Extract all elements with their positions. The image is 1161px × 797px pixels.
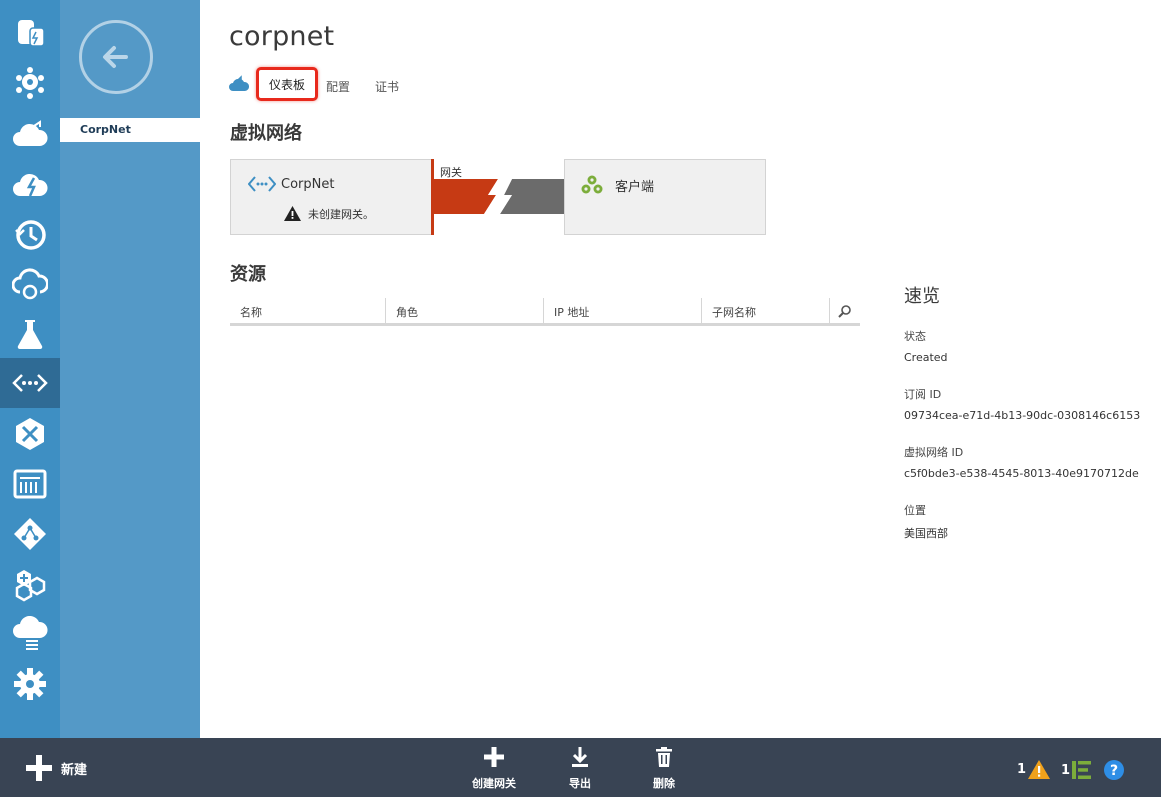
nav-rail xyxy=(0,0,60,738)
tasks-count: 1 xyxy=(1061,762,1071,778)
vnet-heading: 虚拟网络 xyxy=(230,123,302,144)
new-button[interactable]: 新建 xyxy=(26,755,87,781)
client-node[interactable]: 客户端 xyxy=(564,159,766,235)
cloud-list-icon[interactable] xyxy=(0,609,60,659)
item-panel xyxy=(60,0,200,738)
back-button[interactable] xyxy=(79,20,153,94)
export-label: 导出 xyxy=(569,777,591,790)
svg-text:?: ? xyxy=(1110,763,1118,779)
virtual-network-icon xyxy=(248,176,276,192)
mobile-services-icon[interactable] xyxy=(0,159,60,209)
gateway-connector xyxy=(434,179,564,214)
create-gateway-label: 创建网关 xyxy=(472,777,516,790)
vnet-name: CorpNet xyxy=(281,177,335,192)
quick-glance-title: 速览 xyxy=(904,286,940,307)
vnet-id-label: 虚拟网络 ID xyxy=(904,446,964,459)
tab-config[interactable]: 配置 xyxy=(326,78,350,95)
client-name: 客户端 xyxy=(615,180,655,195)
plus-icon xyxy=(484,747,504,767)
vnet-id-value: c5f0bde3-e538-4545-8013-40e9170712de xyxy=(904,467,1139,480)
tasks-indicator[interactable]: 1 xyxy=(1061,760,1092,780)
warning-icon xyxy=(1028,760,1051,779)
subscription-id-value: 09734cea-e71d-4b13-90dc-0308146c6153 xyxy=(904,409,1141,422)
tab-dashboard[interactable]: 仪表板 xyxy=(256,67,318,101)
client-group-icon xyxy=(581,175,603,194)
gateway-warning-text: 未创建网关。 xyxy=(308,208,374,221)
command-bar: 新建 创建网关 导出 删除 1 1 ? xyxy=(0,738,1161,797)
location-value: 美国西部 xyxy=(904,527,948,540)
sql-database-icon[interactable] xyxy=(0,9,60,59)
cloud-sync-icon[interactable] xyxy=(0,259,60,309)
vnet-node[interactable]: CorpNet 未创建网关。 xyxy=(230,159,432,235)
subscription-id-label: 订阅 ID xyxy=(904,388,942,401)
help-icon[interactable]: ? xyxy=(1104,760,1124,780)
resources-table-header: 名称 角色 IP 地址 子网名称 xyxy=(230,298,860,326)
active-directory-icon[interactable] xyxy=(0,509,60,559)
column-header-name[interactable]: 名称 xyxy=(230,298,386,323)
new-button-label: 新建 xyxy=(61,762,88,778)
panel-item-corpnet[interactable]: CorpNet xyxy=(60,118,200,142)
location-label: 位置 xyxy=(904,504,926,517)
column-header-role[interactable]: 角色 xyxy=(386,298,544,323)
back-arrow-icon xyxy=(103,46,128,68)
traffic-manager-icon[interactable] xyxy=(0,409,60,459)
download-icon xyxy=(572,747,588,767)
tab-certificates[interactable]: 证书 xyxy=(375,78,399,95)
scheduler-icon[interactable] xyxy=(0,209,60,259)
search-icon[interactable] xyxy=(830,298,860,323)
status-label: 状态 xyxy=(904,330,926,343)
resources-heading: 资源 xyxy=(230,264,266,285)
export-button[interactable]: 导出 xyxy=(560,746,600,791)
trash-icon xyxy=(656,747,672,767)
warning-icon xyxy=(284,206,301,221)
cloud-services-icon[interactable] xyxy=(0,109,60,159)
cloud-quickstart-icon[interactable] xyxy=(229,75,249,93)
status-value: Created xyxy=(904,351,948,364)
create-gateway-button[interactable]: 创建网关 xyxy=(466,746,522,791)
delete-label: 删除 xyxy=(653,777,675,790)
lab-flask-icon[interactable] xyxy=(0,309,60,359)
settings-gear-icon[interactable] xyxy=(0,659,60,709)
quick-glance-panel: 速览 状态 Created 订阅 ID 09734cea-e71d-4b13-9… xyxy=(904,282,1154,563)
task-list-icon xyxy=(1072,761,1092,779)
delete-button[interactable]: 删除 xyxy=(644,746,684,791)
warnings-indicator[interactable]: 1 xyxy=(1017,760,1051,779)
warnings-count: 1 xyxy=(1017,762,1027,777)
column-header-ip[interactable]: IP 地址 xyxy=(544,298,702,323)
column-header-subnet[interactable]: 子网名称 xyxy=(702,298,830,323)
portal-dashboard-icon[interactable] xyxy=(0,459,60,509)
virtual-network-icon[interactable] xyxy=(0,358,60,408)
add-ons-icon[interactable] xyxy=(0,559,60,609)
panel-item-label: CorpNet xyxy=(80,123,131,136)
plus-icon xyxy=(26,755,52,781)
page-title: corpnet xyxy=(229,21,335,52)
hdinsight-icon[interactable] xyxy=(0,59,60,109)
gateway-label: 网关 xyxy=(440,166,462,179)
